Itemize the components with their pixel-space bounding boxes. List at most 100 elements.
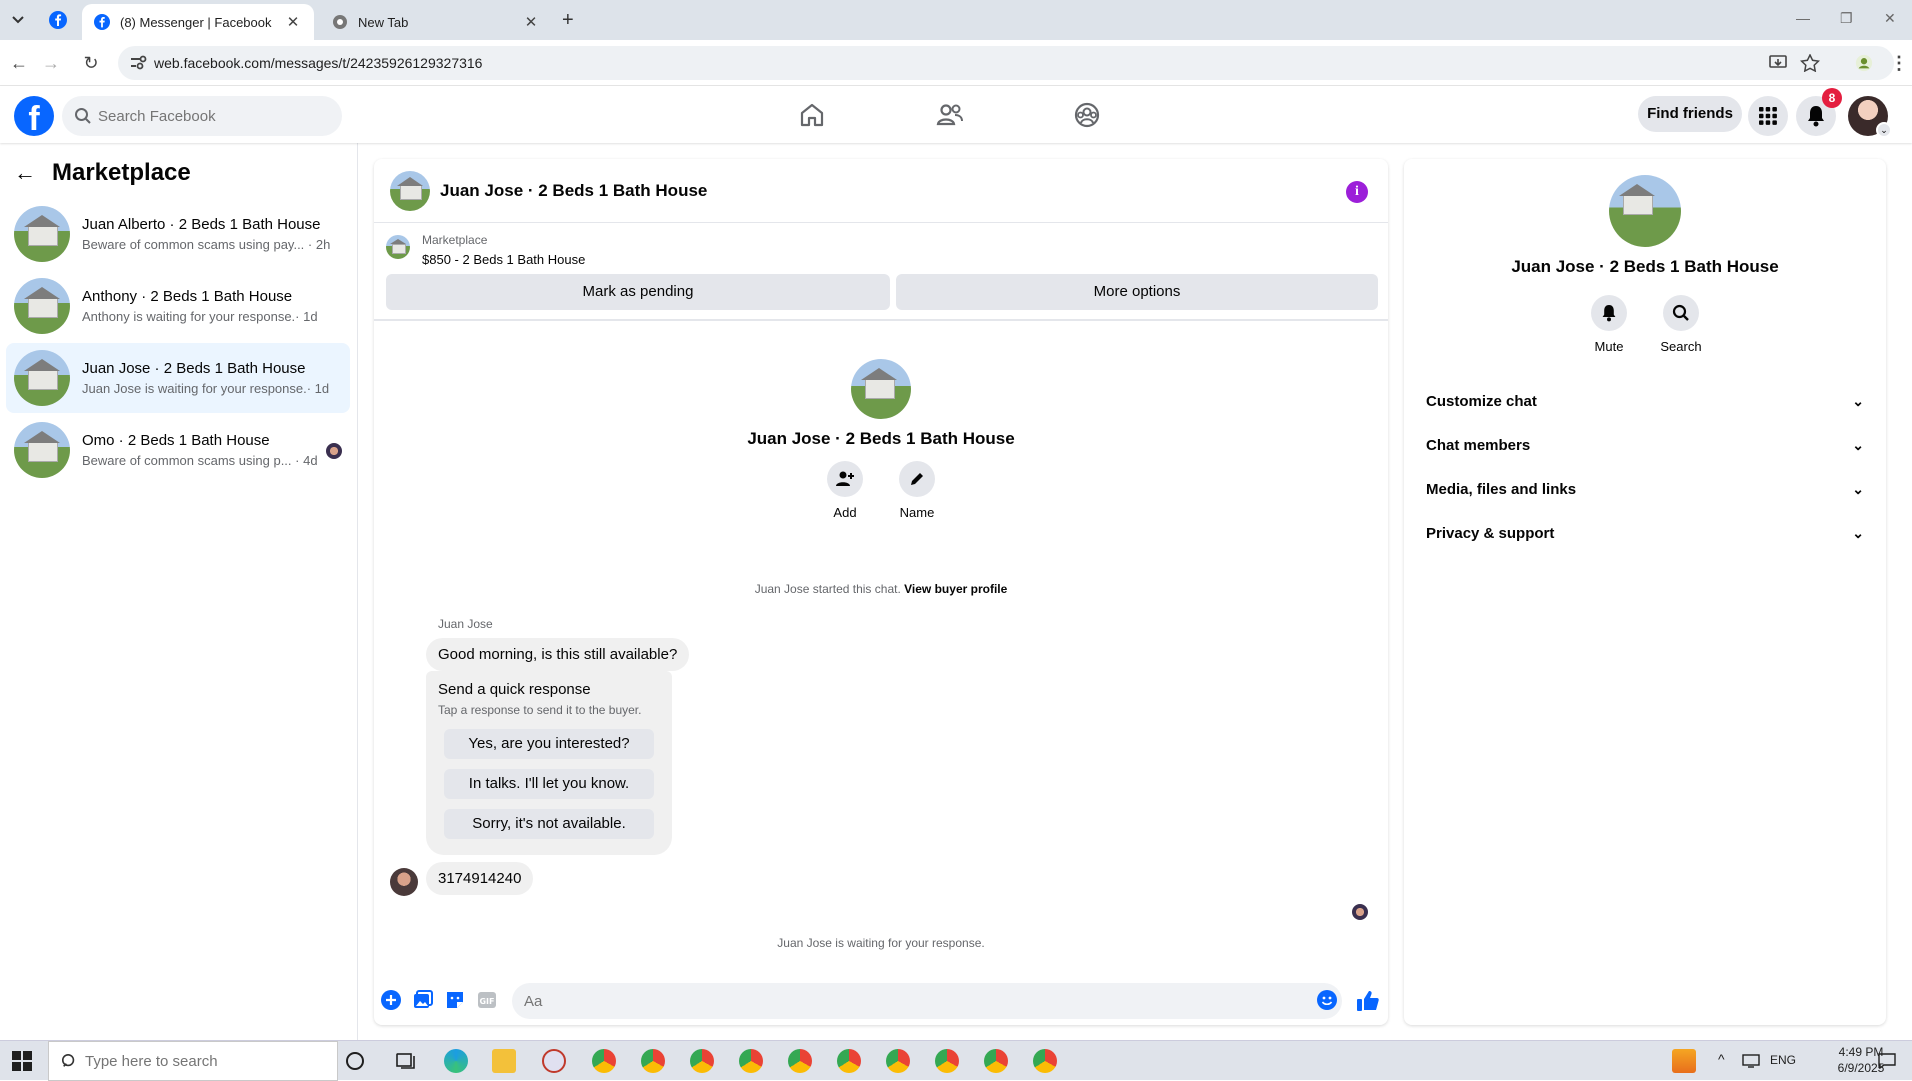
grid-menu-icon: [1759, 107, 1777, 125]
add-people-button[interactable]: Add: [826, 461, 864, 520]
file-explorer-icon[interactable]: [492, 1049, 516, 1073]
windows-start-icon[interactable]: [12, 1051, 32, 1071]
friends-icon[interactable]: [935, 100, 965, 130]
conversation-item[interactable]: Omo · 2 Beds 1 Bath House Beware of comm…: [6, 415, 350, 485]
search-in-chat-button[interactable]: Search: [1660, 295, 1702, 354]
chrome-profile-icon[interactable]: [984, 1049, 1008, 1073]
chrome-menu-icon[interactable]: ⋮: [1888, 52, 1910, 74]
chrome-profile-icon[interactable]: [1033, 1049, 1057, 1073]
details-name: Juan Jose · 2 Beds 1 Bath House: [1511, 257, 1779, 276]
facebook-icon: [94, 14, 110, 30]
more-options-button[interactable]: More options: [896, 274, 1378, 310]
notification-center-icon[interactable]: [1878, 1053, 1896, 1069]
chrome-profile-icon[interactable]: [690, 1049, 714, 1073]
chrome-icon[interactable]: [788, 1049, 812, 1073]
address-bar[interactable]: web.facebook.com/messages/t/242359261293…: [118, 46, 1894, 80]
tab-title: New Tab: [358, 14, 409, 30]
groups-icon[interactable]: [1072, 100, 1102, 130]
search-input[interactable]: [98, 96, 334, 136]
taskbar-search-input[interactable]: [85, 1042, 285, 1080]
customize-chat-section[interactable]: Customize chat ⌄: [1420, 379, 1870, 423]
account-avatar[interactable]: ⌄: [1848, 96, 1892, 138]
quick-response-option[interactable]: In talks. I'll let you know.: [444, 769, 654, 799]
chrome-profile-icon[interactable]: [935, 1049, 959, 1073]
message-bubble[interactable]: 3174914240: [426, 862, 534, 895]
conversation-item-selected[interactable]: Juan Jose · 2 Beds 1 Bath House Juan Jos…: [6, 343, 350, 413]
network-icon[interactable]: [1742, 1054, 1760, 1068]
quick-response-option[interactable]: Yes, are you interested?: [444, 729, 654, 759]
snipping-tool-icon[interactable]: [542, 1049, 566, 1073]
message-input[interactable]: [512, 983, 1342, 1019]
task-view-icon[interactable]: [394, 1049, 418, 1073]
taskbar-search[interactable]: [48, 1041, 338, 1081]
mute-button[interactable]: Mute: [1591, 295, 1627, 354]
chat-avatar[interactable]: [390, 170, 430, 211]
mark-as-pending-button[interactable]: Mark as pending: [386, 274, 890, 310]
profile-avatar: [851, 359, 911, 419]
conversation-name: Juan Alberto · 2 Beds 1 Bath House: [82, 216, 321, 233]
chevron-down-icon: ⌄: [1852, 392, 1864, 409]
chrome-profile-icon[interactable]: [837, 1049, 861, 1073]
pinned-facebook-tab[interactable]: [46, 8, 70, 32]
conversation-item[interactable]: Anthony · 2 Beds 1 Bath House Anthony is…: [6, 271, 350, 341]
chrome-profile-icon[interactable]: [592, 1049, 616, 1073]
chat-members-section[interactable]: Chat members ⌄: [1420, 423, 1870, 467]
conversation-preview: Beware of common scams using pay...: [82, 237, 305, 252]
plus-circle-icon[interactable]: [380, 989, 402, 1011]
chat-title[interactable]: Juan Jose · 2 Beds 1 Bath House: [440, 181, 707, 201]
forward-arrow-icon[interactable]: →: [40, 52, 62, 74]
bell-icon: [1602, 305, 1616, 322]
cortana-icon[interactable]: [346, 1052, 364, 1070]
edge-icon[interactable]: [444, 1049, 468, 1073]
find-friends-button[interactable]: Find friends: [1638, 96, 1742, 132]
menu-button[interactable]: [1748, 96, 1788, 136]
tab-new-tab[interactable]: New Tab ✕: [320, 4, 552, 40]
listing-price-title[interactable]: $850 - 2 Beds 1 Bath House: [422, 252, 585, 267]
back-arrow-icon[interactable]: ←: [8, 52, 30, 74]
thumbs-up-icon[interactable]: [1356, 989, 1380, 1013]
privacy-support-section[interactable]: Privacy & support ⌄: [1420, 511, 1870, 555]
facebook-logo[interactable]: f: [14, 96, 54, 136]
tab-search-button[interactable]: [6, 8, 30, 32]
gif-icon[interactable]: GIF: [476, 989, 498, 1011]
details-avatar[interactable]: [1609, 175, 1681, 247]
home-icon[interactable]: [797, 100, 827, 130]
language-indicator[interactable]: ENG: [1770, 1053, 1796, 1067]
message-bubble[interactable]: Good morning, is this still available?: [426, 638, 690, 671]
photo-icon[interactable]: [412, 989, 434, 1011]
emoji-icon[interactable]: [1316, 989, 1338, 1011]
bookmark-star-icon: [1800, 54, 1820, 72]
sticker-icon[interactable]: [444, 989, 466, 1011]
chrome-profile-icon[interactable]: [641, 1049, 665, 1073]
chevron-down-icon: ⌄: [1852, 436, 1864, 453]
close-window-icon[interactable]: ✕: [1884, 10, 1896, 27]
site-info-icon: [131, 55, 147, 70]
close-tab-icon[interactable]: ✕: [284, 13, 302, 31]
quick-response-option[interactable]: Sorry, it's not available.: [444, 809, 654, 839]
chrome-profile-icon[interactable]: [886, 1049, 910, 1073]
chat-header: Juan Jose · 2 Beds 1 Bath House i: [374, 159, 1388, 223]
weather-widget-icon[interactable]: [1672, 1049, 1696, 1073]
chevron-down-icon: ⌄: [1852, 524, 1864, 541]
chevron-up-icon[interactable]: ^: [1718, 1051, 1725, 1067]
search-icon: [75, 108, 91, 124]
new-tab-plus-icon[interactable]: +: [562, 10, 574, 30]
chrome-profile-icon[interactable]: [739, 1049, 763, 1073]
back-arrow-icon[interactable]: ←: [14, 160, 36, 186]
sender-avatar[interactable]: [390, 868, 418, 896]
facebook-search[interactable]: [62, 96, 342, 136]
view-buyer-profile-link[interactable]: View buyer profile: [904, 582, 1007, 596]
minimize-icon[interactable]: —: [1796, 10, 1810, 26]
conversation-item[interactable]: Juan Alberto · 2 Beds 1 Bath House Bewar…: [6, 199, 350, 269]
notification-badge: 8: [1822, 88, 1842, 108]
close-tab-icon[interactable]: ✕: [522, 13, 540, 31]
info-icon[interactable]: i: [1346, 181, 1368, 203]
listing-thumbnail: [14, 206, 70, 262]
media-files-links-section[interactable]: Media, files and links ⌄: [1420, 467, 1870, 511]
edit-name-button[interactable]: Name: [898, 461, 936, 520]
reload-icon[interactable]: ↻: [80, 52, 102, 74]
conversation-name: Juan Jose · 2 Beds 1 Bath House: [82, 360, 306, 377]
sidebar-header: ← Marketplace: [14, 155, 191, 191]
tab-messenger[interactable]: (8) Messenger | Facebook ✕: [82, 4, 314, 40]
restore-icon[interactable]: ❐: [1840, 10, 1853, 27]
